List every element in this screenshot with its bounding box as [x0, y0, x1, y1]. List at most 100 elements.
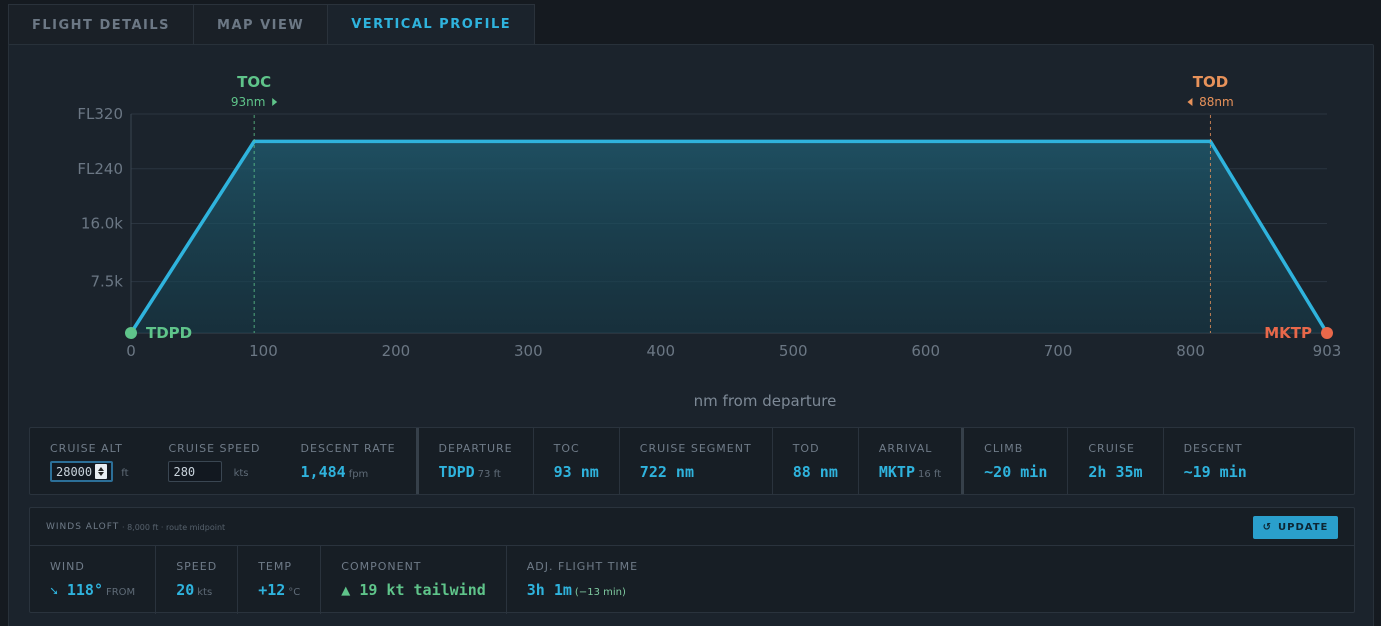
x-tick-label: 0	[126, 342, 136, 360]
departure-value: TDPD	[438, 463, 475, 481]
cruise-segment-value: 722 nm	[639, 463, 694, 481]
origin-label: TDPD	[146, 324, 192, 342]
cruise-alt-label: CRUISE ALT	[50, 442, 123, 455]
tod-value: 88 nm	[792, 463, 838, 481]
wind-unit: FROM	[105, 587, 136, 598]
cruise-speed-value: 280	[173, 464, 196, 479]
departure-elev: 73 ft	[477, 469, 501, 480]
tod-label: TOD	[792, 442, 820, 455]
x-tick-label: 200	[382, 342, 411, 360]
y-tick-label: FL320	[77, 105, 123, 123]
winds-aloft-subtitle: · 8,000 ft · route midpoint	[122, 523, 226, 532]
climb-cell: CLIMB ~20 min	[964, 428, 1067, 494]
x-tick-label: 903	[1313, 342, 1342, 360]
toc-value: 93 nm	[553, 463, 599, 481]
destination-label: MKTP	[1264, 324, 1312, 342]
speed-cell: SPEED 20 kts	[155, 546, 237, 614]
tod-label: TOD	[1193, 73, 1228, 91]
arrival-display: MKTP 16 ft	[879, 463, 941, 481]
speed-value: 20	[176, 581, 195, 599]
adj-flight-time-label: ADJ. FLIGHT TIME	[526, 560, 639, 573]
cruise-label: CRUISE	[1088, 442, 1135, 455]
update-label: UPDATE	[1278, 522, 1329, 533]
toc-arrow-icon	[272, 98, 278, 106]
cruise-segment-label: CRUISE SEGMENT	[639, 442, 752, 455]
x-tick-label: 500	[779, 342, 808, 360]
cruise-speed-label: CRUISE SPEED	[168, 442, 261, 455]
descent-value: ~19 min	[1183, 463, 1247, 481]
wind-value: 118°	[66, 581, 103, 599]
descent-cell: DESCENT ~19 min	[1162, 428, 1267, 494]
climb-label: CLIMB	[984, 442, 1024, 455]
departure-cell: DEPARTURE TDPD 73 ft	[419, 428, 533, 494]
arrival-value: MKTP	[878, 463, 915, 481]
temp-display: +12 °C	[258, 581, 300, 599]
vertical-profile-panel: 7.5k 16.0k FL240 FL320 0 100 200 300 400 500 600 70…	[8, 44, 1374, 626]
component-value: ▲ 19 kt tailwind	[341, 581, 486, 599]
descent-rate-unit: fpm	[348, 469, 369, 480]
cruise-alt-input[interactable]: 28000	[50, 461, 114, 482]
inputs-group: CRUISE ALT 28000 ft CRUISE SPEED 280 kts	[30, 428, 416, 494]
adj-flight-time-cell: ADJ. FLIGHT TIME 3h 1m (−13 min)	[505, 546, 658, 614]
cruise-speed-cell: CRUISE SPEED 280 kts	[148, 428, 280, 494]
cruise-alt-value: 28000	[56, 464, 93, 479]
times-group: CLIMB ~20 min CRUISE 2h 35m DESCENT ~19 …	[961, 428, 1267, 494]
descent-rate-label: DESCENT RATE	[300, 442, 396, 455]
profile-area	[131, 141, 1327, 333]
tab-bar: FLIGHT DETAILS MAP VIEW VERTICAL PROFILE	[8, 4, 536, 45]
cruise-segment-cell: CRUISE SEGMENT 722 nm	[618, 428, 772, 494]
departure-display: TDPD 73 ft	[439, 463, 513, 481]
departure-label: DEPARTURE	[438, 442, 513, 455]
descent-rate-cell: DESCENT RATE 1,484 fpm	[281, 428, 416, 494]
descent-rate-display: 1,484 fpm	[301, 463, 396, 481]
toc-label: TOC	[553, 442, 580, 455]
adj-flight-time-display: 3h 1m (−13 min)	[527, 581, 638, 599]
wind-direction-icon: ➘	[50, 584, 58, 599]
climb-value: ~20 min	[984, 463, 1048, 481]
tod-arrow-icon	[1187, 98, 1193, 106]
cruise-alt-cell: CRUISE ALT 28000 ft	[30, 428, 148, 494]
toc-label: TOC	[237, 73, 271, 91]
x-tick-label: 400	[646, 342, 675, 360]
cruise-alt-stepper[interactable]	[95, 464, 108, 479]
speed-display: 20 kts	[176, 581, 217, 599]
x-tick-label: 300	[514, 342, 543, 360]
destination-dot	[1321, 327, 1333, 339]
winds-aloft-panel: WINDS ALOFT · 8,000 ft · route midpoint …	[29, 507, 1355, 614]
tab-flight-details[interactable]: FLIGHT DETAILS	[8, 4, 195, 45]
x-tick-label: 100	[249, 342, 278, 360]
winds-aloft-header: WINDS ALOFT · 8,000 ft · route midpoint …	[30, 508, 1354, 546]
tod-cell: TOD 88 nm	[771, 428, 858, 494]
speed-label: SPEED	[176, 560, 218, 573]
arrival-cell: ARRIVAL MKTP 16 ft	[857, 428, 961, 494]
tab-map-view[interactable]: MAP VIEW	[193, 4, 329, 45]
x-tick-label: 800	[1176, 342, 1205, 360]
cruise-speed-unit: kts	[233, 468, 249, 479]
temp-cell: TEMP +12 °C	[237, 546, 320, 614]
x-axis-title: nm from departure	[694, 392, 837, 410]
cruise-cell: CRUISE 2h 35m	[1067, 428, 1162, 494]
wind-cell: WIND ➘ 118° FROM	[30, 546, 155, 614]
adj-flight-time-delta: (−13 min)	[574, 587, 626, 598]
arrival-label: ARRIVAL	[878, 442, 933, 455]
profile-stats: CRUISE ALT 28000 ft CRUISE SPEED 280 kts	[29, 427, 1355, 495]
temp-unit: °C	[288, 587, 301, 598]
cruise-speed-input[interactable]: 280	[168, 461, 223, 482]
component-label: COMPONENT	[341, 560, 422, 573]
temp-value: +12	[258, 581, 286, 599]
toc-cell: TOC 93 nm	[532, 428, 619, 494]
speed-unit: kts	[197, 587, 213, 598]
vertical-profile-chart: 7.5k 16.0k FL240 FL320 0 100 200 300 400 500 600 70…	[77, 73, 1342, 410]
arrival-elev: 16 ft	[917, 469, 942, 480]
wind-label: WIND	[50, 560, 85, 573]
wind-display: ➘ 118° FROM	[50, 581, 135, 599]
component-cell: COMPONENT ▲ 19 kt tailwind	[320, 546, 506, 614]
descent-rate-value: 1,484	[300, 463, 346, 481]
origin-dot	[125, 327, 137, 339]
toc-distance: 93nm	[231, 95, 266, 109]
descent-label: DESCENT	[1183, 442, 1243, 455]
update-button[interactable]: ↺ UPDATE	[1253, 516, 1338, 539]
tab-vertical-profile[interactable]: VERTICAL PROFILE	[327, 4, 536, 45]
cruise-alt-unit: ft	[121, 468, 129, 479]
tod-distance: 88nm	[1199, 95, 1234, 109]
